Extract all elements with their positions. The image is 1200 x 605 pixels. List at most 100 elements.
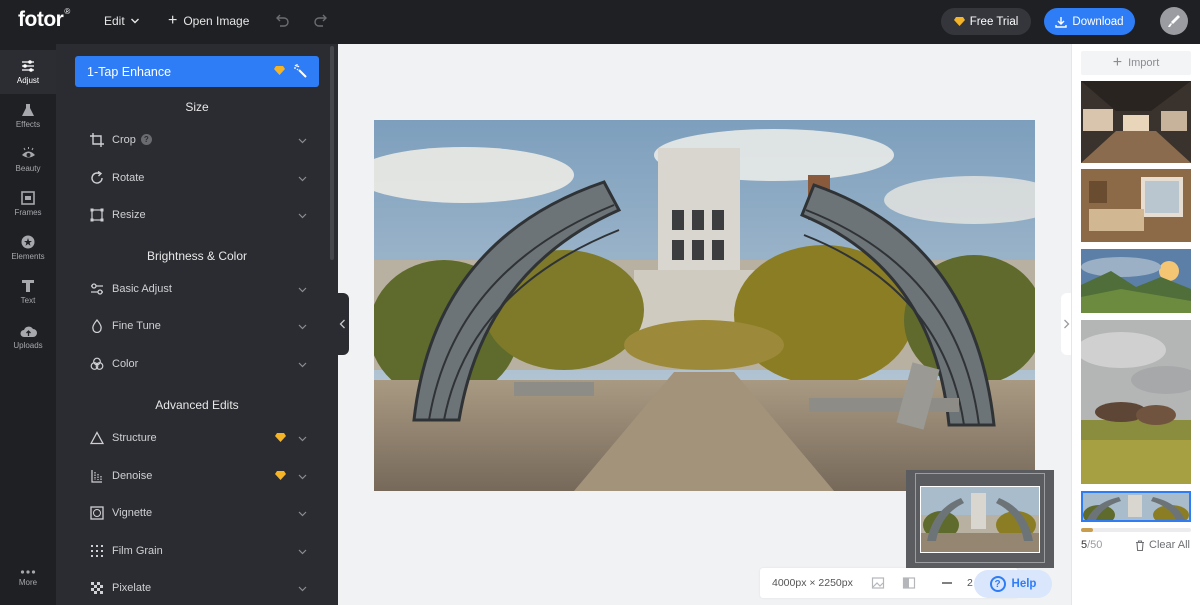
current-photo-thumb	[1081, 491, 1191, 522]
tunnel-photo	[1081, 81, 1191, 163]
tool-crop[interactable]: Crop?	[76, 125, 316, 155]
plus-icon: +	[168, 12, 178, 29]
tool-vignette[interactable]: Vignette	[76, 498, 316, 528]
tool-label: Vignette	[112, 507, 153, 519]
image-dimensions: 4000px × 2250px	[772, 577, 853, 589]
sliders-icon	[91, 283, 103, 295]
navigator-thumbnail	[920, 486, 1040, 553]
undo-icon[interactable]	[273, 12, 291, 30]
section-title-advanced-edits: Advanced Edits	[155, 398, 239, 412]
text-icon	[22, 280, 34, 292]
open-image-button[interactable]: + Open Image	[168, 12, 250, 29]
rail-item-text[interactable]: Text	[0, 270, 56, 314]
tool-pixelate[interactable]: Pixelate	[76, 573, 316, 603]
diamond-icon	[953, 17, 965, 26]
gallery-scroll-thumb[interactable]	[1081, 528, 1093, 532]
more-dots-icon	[20, 570, 36, 574]
tool-basic-adjust[interactable]: Basic Adjust	[76, 274, 316, 304]
mountain-photo	[1081, 249, 1191, 313]
frame-icon	[21, 191, 35, 205]
tool-label: Structure	[112, 432, 157, 444]
rail-item-label: Beauty	[15, 164, 41, 173]
diamond-icon	[274, 66, 285, 75]
download-button[interactable]: Download	[1044, 8, 1135, 35]
rail-item-effects[interactable]: Effects	[0, 94, 56, 138]
top-bar: fotor® Edit + Open Image Free Trial Down…	[0, 0, 1200, 44]
chevron-down-icon	[298, 287, 307, 293]
plus-icon: +	[1112, 54, 1123, 71]
tool-rotate[interactable]: Rotate	[76, 163, 316, 193]
rail-item-label: More	[18, 578, 38, 587]
one-tap-enhance-button[interactable]: 1-Tap Enhance	[75, 56, 319, 87]
compare-icon[interactable]	[902, 576, 916, 590]
rail-item-more[interactable]: More	[0, 556, 56, 600]
help-circle-icon[interactable]: ?	[140, 134, 152, 145]
rail-item-adjust[interactable]: Adjust	[0, 50, 56, 94]
user-avatar[interactable]	[1160, 7, 1188, 35]
chevron-down-icon	[298, 324, 307, 330]
zoom-out-icon[interactable]	[940, 576, 954, 590]
brush-icon	[1168, 15, 1180, 27]
tool-label: Resize	[112, 209, 146, 221]
gallery-scrollbar[interactable]	[1081, 528, 1191, 532]
chevron-down-icon	[298, 474, 307, 480]
pixelate-icon	[91, 582, 103, 594]
gallery-thumbnail[interactable]	[1081, 169, 1191, 242]
collapse-panel-handle[interactable]	[336, 293, 349, 355]
edited-photo[interactable]	[374, 120, 1035, 491]
rail-item-label: Uploads	[13, 341, 43, 350]
chevron-down-icon	[298, 436, 307, 442]
gallery-thumbnail-selected[interactable]	[1081, 491, 1191, 522]
vignette-icon	[90, 506, 104, 520]
rail-item-label: Effects	[15, 120, 41, 129]
gallery-thumbnail[interactable]	[1081, 320, 1191, 484]
open-image-label: Open Image	[183, 14, 250, 28]
import-button[interactable]: + Import	[1081, 51, 1191, 75]
triangle-icon	[90, 431, 104, 445]
tool-color[interactable]: Color	[76, 349, 316, 379]
image-count: 5/50	[1081, 539, 1103, 551]
clear-all-label: Clear All	[1149, 539, 1190, 551]
image-icon[interactable]	[871, 576, 885, 590]
rail-item-elements[interactable]: Elements	[0, 226, 56, 270]
tool-resize[interactable]: Resize	[76, 200, 316, 230]
help-button[interactable]: ? Help	[974, 570, 1052, 598]
rail-item-label: Adjust	[16, 76, 40, 85]
tool-label: Color	[112, 358, 139, 370]
crop-icon	[90, 133, 104, 147]
section-title-brightness-color: Brightness & Color	[146, 249, 248, 263]
rail-item-uploads[interactable]: Uploads	[0, 315, 56, 359]
tool-denoise[interactable]: Denoise	[76, 461, 316, 491]
color-circles-icon	[90, 357, 104, 370]
free-trial-button[interactable]: Free Trial	[941, 8, 1031, 35]
diamond-icon	[275, 433, 286, 442]
download-icon	[1055, 16, 1068, 28]
chevron-down-icon	[130, 18, 139, 24]
magic-wand-icon	[294, 64, 307, 78]
gallery-thumbnail[interactable]	[1081, 249, 1191, 313]
image-navigator[interactable]	[906, 470, 1054, 568]
tool-fine-tune[interactable]: Fine Tune	[76, 311, 316, 341]
gallery-thumbnail[interactable]	[1081, 81, 1191, 163]
grain-dots-icon	[91, 545, 103, 557]
rail-item-beauty[interactable]: Beauty	[0, 138, 56, 182]
rotate-icon	[91, 171, 103, 184]
tool-film-grain[interactable]: Film Grain	[76, 536, 316, 566]
chevron-down-icon	[298, 176, 307, 182]
tool-structure[interactable]: Structure	[76, 423, 316, 453]
rail-item-frames[interactable]: Frames	[0, 182, 56, 226]
flask-icon	[22, 104, 34, 116]
clear-all-button[interactable]: Clear All	[1135, 539, 1190, 551]
edit-menu-button[interactable]: Edit	[104, 14, 140, 28]
tool-label: Denoise	[112, 470, 153, 482]
panel-scrollbar[interactable]	[330, 46, 334, 260]
navigator-photo	[921, 487, 1039, 552]
tool-label: Basic Adjust	[112, 283, 172, 295]
chevron-down-icon	[298, 511, 307, 517]
tool-label: Crop	[112, 134, 136, 146]
redo-icon[interactable]	[312, 12, 330, 30]
rail-item-label: Text	[20, 296, 36, 305]
chevron-down-icon	[298, 586, 307, 592]
fotor-logo[interactable]: fotor®	[18, 7, 70, 32]
tool-category-rail: Adjust Effects Beauty Frames Elements Te…	[0, 44, 56, 605]
